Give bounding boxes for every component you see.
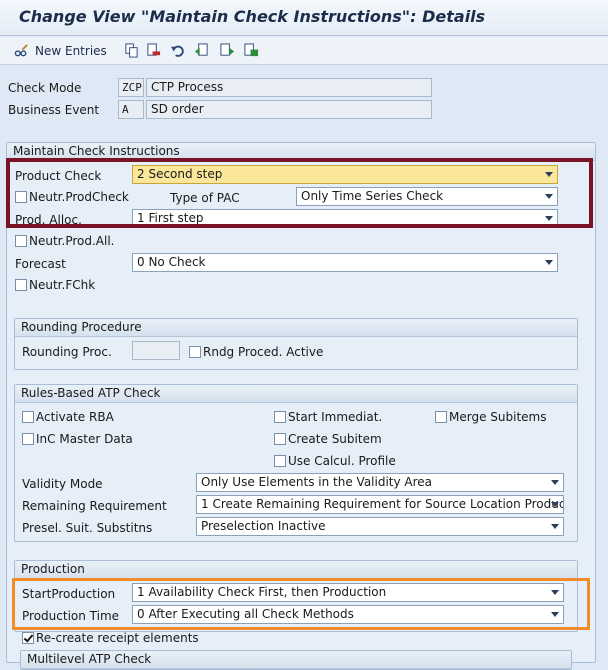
rounding-procedure-group: Rounding Procedure: [14, 318, 578, 370]
prev-entry-icon[interactable]: [194, 43, 209, 58]
red-highlight-box: [6, 158, 593, 228]
rounding-proc-field[interactable]: [132, 341, 180, 360]
validity-mode-label: Validity Mode: [22, 477, 103, 491]
glasses-pencil-icon: [14, 43, 28, 56]
create-subitem-checkbox[interactable]: [274, 433, 286, 445]
new-entries-label: New Entries: [35, 44, 107, 58]
neutr-fchk-label: Neutr.FChk: [29, 278, 96, 292]
neutr-prodall-checkbox[interactable]: [15, 235, 27, 247]
recreate-receipt-checkbox[interactable]: [22, 632, 34, 644]
inc-master-data-label: InC Master Data: [36, 432, 133, 446]
new-entries-button[interactable]: New Entries: [14, 42, 107, 60]
check-mode-text-field[interactable]: CTP Process: [146, 78, 432, 97]
business-event-text-field[interactable]: SD order: [146, 100, 432, 119]
use-calcul-profile-checkbox[interactable]: [274, 455, 286, 467]
forecast-dropdown[interactable]: 0 No Check: [132, 253, 558, 272]
multilevel-atp-group: Multilevel ATP Check: [20, 650, 572, 670]
page-title: Change View "Maintain Check Instructions…: [19, 7, 486, 26]
forecast-label: Forecast: [15, 257, 66, 271]
activate-rba-label: Activate RBA: [36, 410, 114, 424]
neutr-fchk-checkbox[interactable]: [15, 279, 27, 291]
check-mode-code-field[interactable]: ZCP: [118, 78, 144, 97]
rounding-group-title: Rounding Procedure: [15, 319, 577, 337]
delete-icon[interactable]: [146, 43, 161, 58]
rndg-active-checkbox[interactable]: [189, 346, 201, 358]
recreate-receipt-label: Re-create receipt elements: [36, 631, 199, 645]
rndg-active-label: Rndg Proced. Active: [203, 345, 324, 359]
multilevel-group-title: Multilevel ATP Check: [21, 651, 571, 669]
forecast-value: 0 No Check: [137, 255, 206, 269]
business-event-code-field[interactable]: A: [118, 100, 144, 119]
copy-icon[interactable]: [124, 43, 139, 58]
remaining-requirement-dropdown[interactable]: 1 Create Remaining Requirement for Sourc…: [196, 495, 564, 514]
use-calcul-profile-label: Use Calcul. Profile: [288, 454, 396, 468]
remaining-requirement-label: Remaining Requirement: [22, 499, 167, 513]
start-immediat-checkbox[interactable]: [274, 411, 286, 423]
undo-icon[interactable]: [170, 43, 185, 58]
title-bar: Change View "Maintain Check Instructions…: [0, 0, 608, 36]
next-entry-icon[interactable]: [220, 43, 235, 58]
activate-rba-checkbox[interactable]: [22, 411, 34, 423]
inc-master-data-checkbox[interactable]: [22, 433, 34, 445]
create-subitem-label: Create Subitem: [288, 432, 382, 446]
presel-suit-substitns-dropdown[interactable]: Preselection Inactive: [196, 517, 564, 536]
export-icon[interactable]: [244, 43, 259, 58]
start-immediat-label: Start Immediat.: [288, 410, 383, 424]
application-toolbar: New Entries: [0, 37, 608, 65]
rounding-proc-label: Rounding Proc.: [22, 345, 112, 359]
merge-subitems-checkbox[interactable]: [435, 411, 447, 423]
chevron-down-icon: [545, 260, 553, 265]
neutr-prodall-label: Neutr.Prod.All.: [29, 234, 115, 248]
rba-group-title: Rules-Based ATP Check: [15, 385, 577, 403]
production-group-title: Production: [15, 561, 577, 579]
orange-highlight-box: [12, 578, 590, 630]
merge-subitems-label: Merge Subitems: [449, 410, 547, 424]
business-event-label: Business Event: [8, 103, 100, 117]
chevron-down-icon: [551, 524, 559, 529]
presel-suit-substitns-label: Presel. Suit. Substitns: [22, 521, 153, 535]
validity-mode-dropdown[interactable]: Only Use Elements in the Validity Area: [196, 473, 564, 492]
chevron-down-icon: [551, 502, 559, 507]
remaining-requirement-value: 1 Create Remaining Requirement for Sourc…: [201, 497, 564, 511]
check-mode-label: Check Mode: [8, 81, 82, 95]
chevron-down-icon: [551, 480, 559, 485]
validity-mode-value: Only Use Elements in the Validity Area: [201, 475, 433, 489]
presel-suit-substitns-value: Preselection Inactive: [201, 519, 326, 533]
